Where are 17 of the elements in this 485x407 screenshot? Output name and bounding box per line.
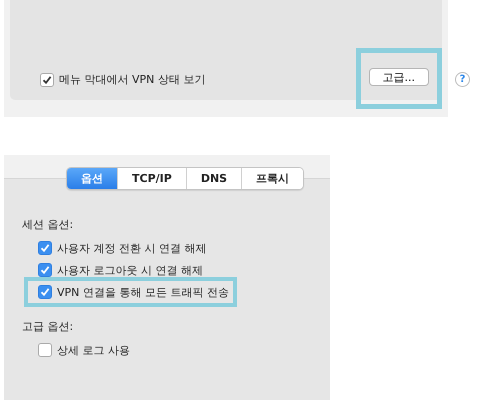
checkbox[interactable] xyxy=(38,343,52,357)
section-title: 세션 옵션: xyxy=(22,217,74,232)
checkbox[interactable] xyxy=(38,285,52,299)
option-label: 메뉴 막대에서 VPN 상태 보기 xyxy=(59,72,206,87)
option-label: VPN 연결을 통해 모든 트래픽 전송 xyxy=(57,284,229,300)
advanced-button[interactable]: 고급... xyxy=(368,68,429,86)
option-label: 사용자 로그아웃 시 연결 해제 xyxy=(57,262,203,278)
checkbox[interactable] xyxy=(38,263,52,277)
option-label: 사용자 계정 전환 시 연결 해제 xyxy=(57,240,206,256)
section-title: 고급 옵션: xyxy=(22,319,74,334)
option-label: 상세 로그 사용 xyxy=(57,342,130,358)
checkbox[interactable] xyxy=(40,72,54,86)
tab[interactable]: DNS xyxy=(186,168,242,189)
tab[interactable]: TCP/IP xyxy=(117,168,186,189)
checkbox[interactable] xyxy=(38,241,52,255)
help-button[interactable]: ? xyxy=(455,72,470,87)
tab[interactable]: 프록시 xyxy=(241,168,304,189)
